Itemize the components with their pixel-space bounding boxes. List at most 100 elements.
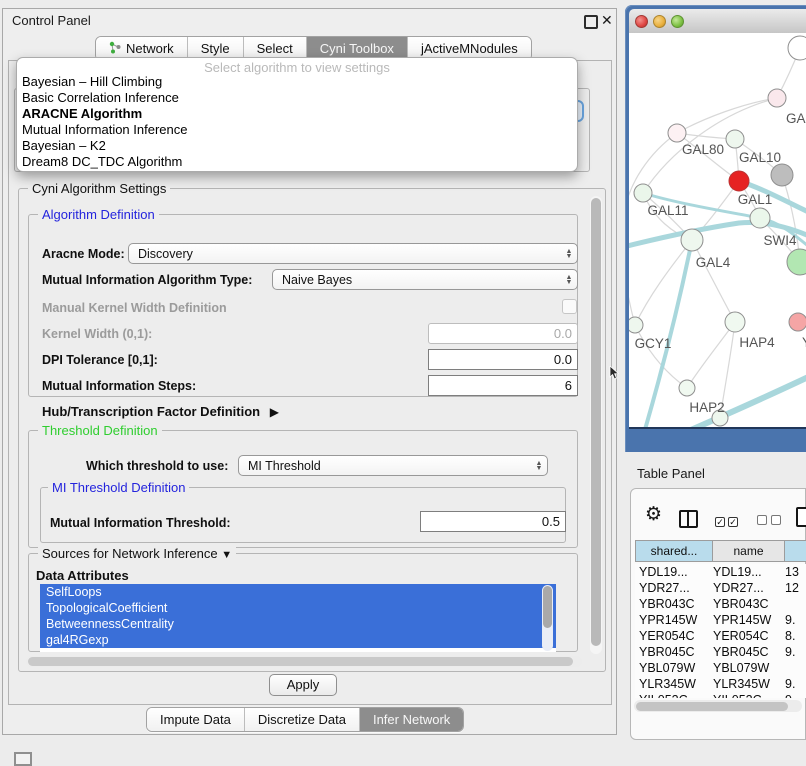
menu-item[interactable]: ARACNE Algorithm xyxy=(17,106,577,122)
tab-impute-data[interactable]: Impute Data xyxy=(147,708,244,731)
menu-item[interactable]: Bayesian – K2 xyxy=(17,138,577,154)
zoom-traffic-light-icon[interactable] xyxy=(671,15,684,28)
apply-button[interactable]: Apply xyxy=(269,674,337,696)
table-body[interactable]: YDL19... YDL19... 13 YDR27... YDR27... 1… xyxy=(635,564,806,698)
deselect-all-checkboxes-icon[interactable] xyxy=(757,513,781,528)
network-node-selected[interactable] xyxy=(729,171,749,191)
table-cell[interactable]: YLR345W xyxy=(639,677,696,691)
table-cell[interactable]: YIL052C xyxy=(639,693,688,698)
network-node[interactable] xyxy=(787,249,806,275)
node-label: GAL10 xyxy=(739,150,781,165)
table-cell[interactable]: YLR345W xyxy=(713,677,770,691)
network-node[interactable] xyxy=(725,312,745,332)
select-all-checkboxes-icon[interactable]: ✓✓ xyxy=(715,513,738,528)
table-cell[interactable]: YDR27... xyxy=(639,581,690,595)
network-node[interactable] xyxy=(789,313,806,331)
table-cell[interactable]: YBR043C xyxy=(713,597,769,611)
dpi-tolerance-label: DPI Tolerance [0,1]: xyxy=(42,353,158,367)
table-cell[interactable]: YBR043C xyxy=(639,597,695,611)
table-cell[interactable]: YDL19... xyxy=(713,565,762,579)
table-cell[interactable]: YBL079W xyxy=(713,661,769,675)
network-node[interactable] xyxy=(771,164,793,186)
network-node[interactable] xyxy=(726,130,744,148)
network-node[interactable] xyxy=(768,89,786,107)
network-node[interactable] xyxy=(668,124,686,142)
gear-icon[interactable]: ⚙ xyxy=(645,506,662,524)
close-traffic-light-icon[interactable] xyxy=(635,15,648,28)
table-cell[interactable]: YIL052C xyxy=(713,693,762,698)
network-node[interactable] xyxy=(681,229,703,251)
network-node[interactable] xyxy=(788,36,806,60)
list-item[interactable]: SelfLoops xyxy=(40,584,556,600)
network-node[interactable] xyxy=(679,380,695,396)
network-node[interactable] xyxy=(750,208,770,228)
tab-discretize-data[interactable]: Discretize Data xyxy=(244,708,359,731)
mi-type-select[interactable]: Naive Bayes ▲▼ xyxy=(272,269,578,290)
list-item[interactable]: gal4RGexp xyxy=(40,632,556,648)
table-cell[interactable]: YPR145W xyxy=(713,613,771,627)
table-cell[interactable]: YER054C xyxy=(713,629,769,643)
tab-network-label: Network xyxy=(126,41,174,56)
mi-threshold-input[interactable] xyxy=(420,511,566,532)
mi-threshold-group-title: MI Threshold Definition xyxy=(48,481,189,495)
control-panel-title: Control Panel xyxy=(12,13,91,28)
menu-item[interactable]: Basic Correlation Inference xyxy=(17,90,577,106)
columns-icon[interactable] xyxy=(679,510,698,528)
table-cell[interactable]: YBR045C xyxy=(639,645,695,659)
table-cell[interactable]: YDR27... xyxy=(713,581,764,595)
settings-horizontal-scrollbar[interactable] xyxy=(26,656,582,667)
table-horizontal-scrollbar[interactable] xyxy=(634,700,802,712)
sources-group-toggle[interactable]: Sources for Network Inference ▼ xyxy=(38,547,236,562)
dpi-tolerance-input[interactable] xyxy=(428,349,578,370)
table-cell[interactable]: YBR045C xyxy=(713,645,769,659)
table-cell[interactable]: 8. xyxy=(785,629,795,643)
mi-steps-input[interactable] xyxy=(428,375,578,396)
table-cell[interactable]: YDL19... xyxy=(639,565,688,579)
kernel-width-input[interactable] xyxy=(428,323,578,344)
node-label: GAL xyxy=(786,111,806,126)
list-item[interactable]: BetweennessCentrality xyxy=(40,616,556,632)
manual-kernel-checkbox[interactable] xyxy=(562,299,577,314)
table-cell[interactable]: 9. xyxy=(785,677,795,691)
minimize-traffic-light-icon[interactable] xyxy=(653,15,666,28)
tab-cyni-toolbox-label: Cyni Toolbox xyxy=(320,41,394,56)
aracne-mode-select[interactable]: Discovery ▲▼ xyxy=(128,243,578,264)
close-icon[interactable]: ✕ xyxy=(601,12,613,29)
settings-vertical-scrollbar[interactable] xyxy=(590,196,602,654)
table-cell[interactable]: 9 xyxy=(785,693,792,698)
node-label: HAP4 xyxy=(739,335,775,350)
data-attributes-list: SelfLoops TopologicalCoefficient Between… xyxy=(40,584,556,652)
new-table-icon[interactable] xyxy=(796,507,806,527)
collapsed-arrow-icon: ▶ xyxy=(270,405,279,419)
menu-item[interactable]: Dream8 DC_TDC Algorithm xyxy=(17,154,577,170)
float-window-icon[interactable] xyxy=(584,15,598,29)
column-header-partial[interactable] xyxy=(785,540,806,562)
aracne-mode-label: Aracne Mode: xyxy=(42,247,125,261)
network-node[interactable] xyxy=(634,184,652,202)
aracne-mode-value: Discovery xyxy=(129,247,561,261)
table-cell[interactable]: 12 xyxy=(785,581,799,595)
attributes-scrollbar[interactable] xyxy=(542,585,553,651)
combo-spinner-icon: ▲▼ xyxy=(561,275,577,285)
column-header-name[interactable]: name xyxy=(713,540,785,562)
table-cell[interactable]: 13 xyxy=(785,565,799,579)
network-canvas[interactable]: GAL GAL80 GAL10 GAL1 GAL11 SWI4 GAL4 GCY… xyxy=(629,33,806,429)
table-cell[interactable]: YER054C xyxy=(639,629,695,643)
which-threshold-select[interactable]: MI Threshold ▲▼ xyxy=(238,455,548,476)
table-cell[interactable]: 9. xyxy=(785,613,795,627)
table-cell[interactable]: 9. xyxy=(785,645,795,659)
menu-item[interactable]: Bayesian – Hill Climbing xyxy=(17,74,577,90)
tab-jactivemnodules-label: jActiveMNodules xyxy=(421,41,518,56)
table-cell[interactable]: YBL079W xyxy=(639,661,695,675)
network-node[interactable] xyxy=(629,317,643,333)
tab-discretize-data-label: Discretize Data xyxy=(258,712,346,727)
mouse-cursor xyxy=(609,366,621,380)
menu-item[interactable]: Mutual Information Inference xyxy=(17,122,577,138)
minimized-panel-icon[interactable] xyxy=(14,752,32,766)
tab-infer-network[interactable]: Infer Network xyxy=(359,708,463,731)
hub-definition-toggle[interactable]: Hub/Transcription Factor Definition ▶ xyxy=(42,404,279,419)
which-threshold-value: MI Threshold xyxy=(239,459,531,473)
list-item[interactable]: TopologicalCoefficient xyxy=(40,600,556,616)
column-header-shared-name[interactable]: shared... xyxy=(635,540,713,562)
table-cell[interactable]: YPR145W xyxy=(639,613,697,627)
